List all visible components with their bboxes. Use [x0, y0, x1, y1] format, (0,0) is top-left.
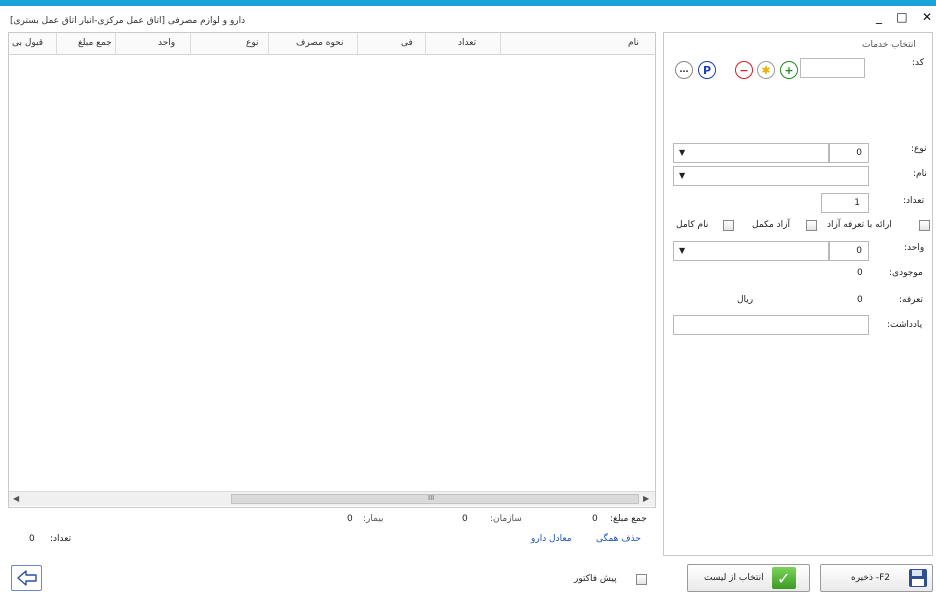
select-from-list-button[interactable]: انتخاب از لیست ✓ [687, 564, 810, 592]
scroll-grip: III [428, 494, 435, 502]
col-header-accept[interactable]: قبول بی [12, 38, 52, 48]
free-supplement-label: آزاد مکمل [752, 220, 791, 230]
col-header-total[interactable]: جمع مبلغ [78, 38, 112, 48]
col-header-unit[interactable]: واحد [158, 38, 175, 48]
unit-code-input[interactable]: 0 [829, 241, 869, 261]
scroll-left-arrow-icon[interactable]: ◀ [13, 494, 19, 503]
scroll-right-arrow-icon[interactable]: ▶ [643, 494, 649, 503]
total-amount-value: 0 [592, 514, 598, 524]
name-label: نام: [913, 169, 927, 179]
items-table-panel [8, 32, 656, 508]
col-sep [425, 33, 426, 55]
tariff-label: تعرفه: [899, 295, 923, 305]
delete-all-link[interactable]: حذف همگی [596, 534, 641, 544]
checkmark-icon: ✓ [771, 567, 796, 589]
total-amount-label: جمع مبلغ: [610, 514, 647, 524]
note-label: یادداشت: [887, 320, 923, 330]
tariff-value: 0 [857, 295, 863, 305]
org-share-value: 0 [462, 514, 468, 524]
type-select[interactable]: ▼ [673, 143, 829, 163]
col-sep [115, 33, 116, 55]
free-supplement-checkbox[interactable] [806, 220, 817, 231]
note-input[interactable] [673, 315, 869, 335]
items-count-label: تعداد: [50, 534, 72, 544]
col-header-type[interactable]: نوع [246, 38, 259, 48]
pre-invoice-label: پیش فاکتور [574, 574, 617, 584]
services-panel-title: انتخاب خدمات [862, 40, 916, 50]
stock-label: موجودی: [889, 268, 923, 278]
select-from-list-label: انتخاب از لیست [704, 573, 764, 583]
col-sep [268, 33, 269, 55]
chevron-down-icon: ▼ [679, 171, 686, 180]
save-label: F2- ذخیره [851, 573, 890, 583]
drug-equivalent-link[interactable]: معادل دارو [531, 534, 572, 544]
close-button[interactable]: ✕ [922, 10, 932, 24]
count-input[interactable]: 1 [821, 193, 869, 213]
chevron-down-icon: ▼ [679, 148, 686, 157]
col-sep [357, 33, 358, 55]
col-sep [190, 33, 191, 55]
full-name-checkbox[interactable] [723, 220, 734, 231]
maximize-button[interactable]: □ [896, 10, 907, 24]
floppy-disk-icon [908, 569, 927, 587]
name-select[interactable]: ▼ [673, 166, 869, 186]
pre-invoice-checkbox[interactable] [636, 574, 647, 585]
window-controls: _ □ ✕ [876, 10, 932, 24]
window-title: دارو و لوازم مصرفی [اتاق عمل مرکزی-انبار… [10, 16, 246, 26]
services-panel [663, 32, 933, 556]
count-value: 1 [854, 198, 860, 208]
org-share-label: سازمان: [490, 514, 522, 524]
patient-share-value: 0 [347, 514, 353, 524]
col-header-usage[interactable]: نحوه مصرف [296, 38, 343, 48]
minimize-button[interactable]: _ [876, 10, 882, 24]
full-name-label: نام کامل [676, 220, 709, 230]
col-header-name[interactable]: نام [628, 38, 639, 48]
more-options-icon[interactable]: … [675, 61, 693, 79]
free-tariff-checkbox[interactable] [919, 220, 930, 231]
back-arrow-icon [16, 570, 37, 586]
star-icon[interactable]: ✱ [757, 61, 775, 79]
col-sep [56, 33, 57, 55]
type-label: نوع: [911, 144, 927, 154]
stock-value: 0 [857, 268, 863, 278]
items-count-value: 0 [29, 534, 35, 544]
add-icon[interactable]: + [780, 61, 798, 79]
col-sep [500, 33, 501, 55]
unit-label: واحد: [904, 243, 925, 253]
save-button[interactable]: F2- ذخیره [820, 564, 933, 592]
title-accent-bar [0, 0, 936, 6]
code-label: کد: [912, 58, 925, 68]
horizontal-scrollbar[interactable]: ◀ III ▶ [9, 491, 655, 506]
col-header-unit-price[interactable]: فی [401, 38, 413, 48]
free-tariff-label: ارائه با تعرفه آزاد [827, 220, 892, 230]
back-button[interactable] [11, 565, 42, 591]
remove-icon[interactable]: − [735, 61, 753, 79]
unit-select[interactable]: ▼ [673, 241, 829, 261]
count-label: تعداد: [903, 196, 925, 206]
p-icon[interactable]: P [698, 61, 716, 79]
code-input[interactable] [800, 58, 865, 78]
currency-label: ریال [737, 295, 754, 305]
col-header-count[interactable]: تعداد [458, 38, 476, 48]
patient-share-label: بیمار: [363, 514, 384, 524]
scrollbar-thumb[interactable]: III [231, 494, 639, 504]
type-code-input[interactable]: 0 [829, 143, 869, 163]
unit-code-value: 0 [856, 246, 862, 256]
type-code-value: 0 [856, 148, 862, 158]
chevron-down-icon: ▼ [679, 246, 686, 255]
